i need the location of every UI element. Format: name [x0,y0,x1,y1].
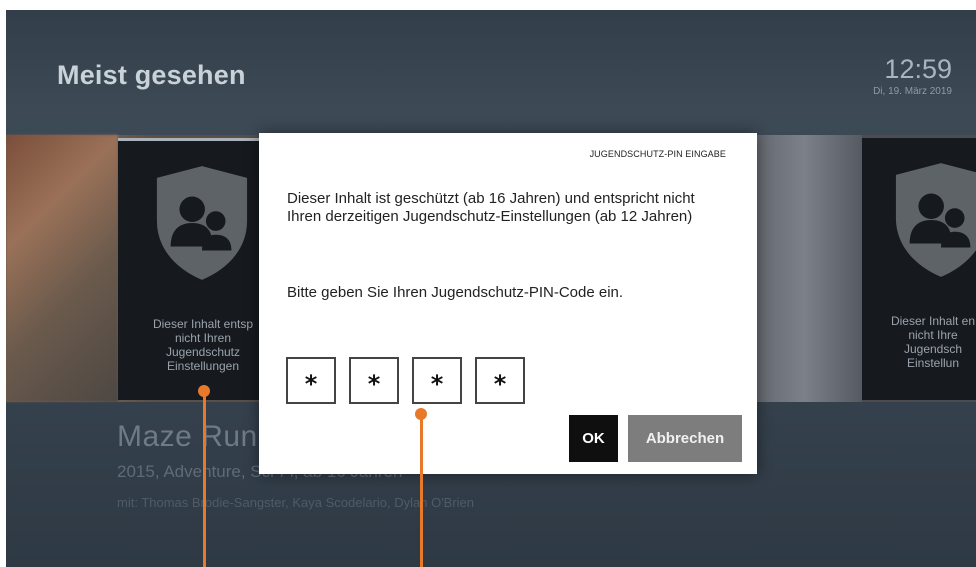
card-lock-message: Dieser Inhalt en nicht Ihre Jugendsch Ei… [890,314,976,370]
tv-screen: Meist gesehen 12:59 Di, 19. März 2019 Di… [6,10,976,567]
dialog-title: JUGENDSCHUTZ-PIN EINGABE [589,149,726,159]
pin-digit-1[interactable]: * [286,357,336,404]
parental-lock-shield-icon [895,163,976,277]
parental-lock-shield-icon [156,166,248,280]
pin-input-group: * * * * [286,357,525,404]
pin-entry-dialog: JUGENDSCHUTZ-PIN EINGABE Dieser Inhalt i… [259,133,757,474]
clock: 12:59 Di, 19. März 2019 [873,54,952,97]
cancel-button[interactable]: Abbrechen [628,415,742,462]
ok-button[interactable]: OK [569,415,618,462]
clock-date: Di, 19. März 2019 [873,86,952,97]
carousel-item-blurred[interactable] [6,135,118,402]
annotation-callout-line [420,413,423,567]
annotation-callout-line [203,390,206,567]
pin-digit-4[interactable]: * [475,357,525,404]
dialog-message: Dieser Inhalt ist geschützt (ab 16 Jahre… [287,190,695,225]
movie-title: Maze Run [117,420,258,453]
section-title: Meist gesehen [57,60,246,90]
annotation-callout-dot [198,385,210,397]
dialog-prompt: Bitte geben Sie Ihren Jugendschutz-PIN-C… [287,284,624,301]
carousel-item-locked[interactable]: Dieser Inhalt en nicht Ihre Jugendsch Ei… [862,138,976,400]
clock-time: 12:59 [884,54,952,84]
pin-digit-3[interactable]: * [412,357,462,404]
carousel-item-blurred[interactable] [746,135,862,402]
pin-digit-2[interactable]: * [349,357,399,404]
annotation-callout-dot [415,408,427,420]
